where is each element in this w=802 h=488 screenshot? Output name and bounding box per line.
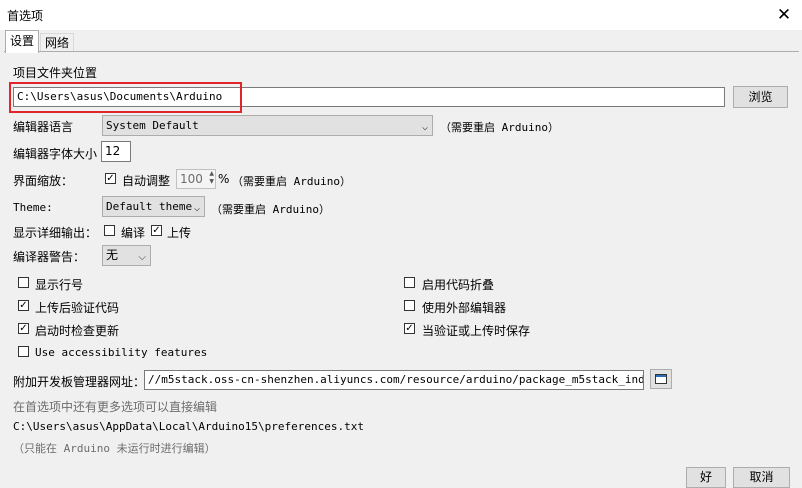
verbose-upload-checkbox[interactable]: ✓ (151, 225, 165, 239)
compiler-warnings-label: 编译器警告： (13, 250, 86, 264)
code-folding-checkbox[interactable] (404, 277, 418, 291)
scale-unit: % (218, 172, 230, 186)
chevron-down-icon: ⌵ (421, 122, 428, 133)
verbose-label: 显示详细输出： (13, 226, 98, 240)
compiler-warnings-value: 无 (106, 248, 119, 262)
scale-value: 100 (180, 172, 203, 186)
show-line-numbers-label: 显示行号 (35, 278, 84, 292)
more-preferences-text: 在首选项中还有更多选项可以直接编辑 (13, 400, 218, 414)
chevron-down-icon: ⌵ (138, 252, 146, 263)
checkbox-box (18, 346, 29, 357)
scale-input[interactable]: 100 ▲ ▼ (176, 169, 216, 189)
checkmark-icon: ✓ (18, 300, 29, 311)
sketchbook-label: 项目文件夹位置 (13, 66, 98, 80)
show-line-numbers-checkbox[interactable] (18, 277, 32, 291)
chevron-down-icon: ⌵ (193, 203, 200, 214)
highlight-box (9, 82, 242, 113)
cancel-button[interactable]: 取消 (733, 467, 790, 488)
checkmark-icon: ✓ (151, 225, 162, 236)
theme-value: Default theme (106, 200, 193, 213)
preferences-file-path[interactable]: C:\Users\asus\AppData\Local\Arduino15\pr… (13, 420, 364, 433)
boards-manager-url-input[interactable]: //m5stack.oss-cn-shenzhen.aliyuncs.com/r… (144, 370, 644, 390)
external-editor-checkbox[interactable] (404, 300, 418, 314)
spin-down-icon[interactable]: ▼ (209, 178, 214, 186)
editor-language-select[interactable]: System Default ⌵ (102, 115, 433, 136)
verify-after-upload-label: 上传后验证代码 (35, 301, 120, 315)
window-list-icon (655, 374, 667, 384)
theme-select[interactable]: Default theme ⌵ (102, 196, 205, 217)
external-editor-label: 使用外部编辑器 (422, 301, 507, 315)
auto-scale-checkbox[interactable]: ✓ (105, 173, 119, 187)
browse-button[interactable]: 浏览 (733, 86, 788, 108)
edit-only-when-closed-note: （只能在 Arduino 未运行时进行编辑） (13, 442, 216, 455)
close-icon: ✕ (776, 5, 792, 25)
window-title: 首选项 (7, 9, 44, 23)
title-bar (0, 0, 802, 30)
accessibility-label: Use accessibility features (35, 346, 208, 359)
tab-settings[interactable]: 设置 (5, 30, 40, 53)
checkmark-icon: ✓ (404, 323, 415, 334)
checkbox-box (404, 300, 415, 311)
editor-language-note: （需要重启 Arduino） (440, 121, 559, 134)
verbose-upload-label: 上传 (167, 226, 192, 240)
checkbox-box (18, 277, 29, 288)
scale-note: （需要重启 Arduino） (232, 175, 351, 188)
close-button[interactable]: ✕ (770, 4, 798, 26)
theme-label: Theme: (13, 201, 53, 214)
boards-manager-label: 附加开发板管理器网址： (13, 375, 146, 389)
auto-scale-label: 自动调整 (122, 174, 171, 188)
editor-language-value: System Default (106, 119, 199, 132)
checkmark-icon: ✓ (18, 323, 29, 334)
check-updates-checkbox[interactable]: ✓ (18, 323, 32, 337)
checkbox-box (104, 225, 115, 236)
verbose-compile-checkbox[interactable] (104, 225, 118, 239)
spin-up-icon[interactable]: ▲ (209, 170, 214, 178)
checkmark-icon: ✓ (105, 173, 116, 184)
edit-urls-button[interactable] (650, 369, 672, 389)
code-folding-label: 启用代码折叠 (422, 278, 495, 292)
verbose-compile-label: 编译 (121, 226, 146, 240)
theme-note: （需要重启 Arduino） (211, 203, 330, 216)
editor-language-label: 编辑器语言 (13, 120, 74, 134)
save-on-verify-label: 当验证或上传时保存 (422, 324, 531, 338)
checkbox-box (404, 277, 415, 288)
font-size-label: 编辑器字体大小 (13, 147, 98, 161)
accessibility-checkbox[interactable] (18, 346, 32, 360)
check-updates-label: 启动时检查更新 (35, 324, 120, 338)
verify-after-upload-checkbox[interactable]: ✓ (18, 300, 32, 314)
scale-label: 界面缩放： (13, 174, 74, 188)
compiler-warnings-select[interactable]: 无 ⌵ (102, 245, 151, 266)
ok-button[interactable]: 好 (686, 467, 726, 488)
font-size-input[interactable]: 12 (101, 141, 131, 162)
save-on-verify-checkbox[interactable]: ✓ (404, 323, 418, 337)
tab-network[interactable]: 网络 (40, 33, 75, 52)
